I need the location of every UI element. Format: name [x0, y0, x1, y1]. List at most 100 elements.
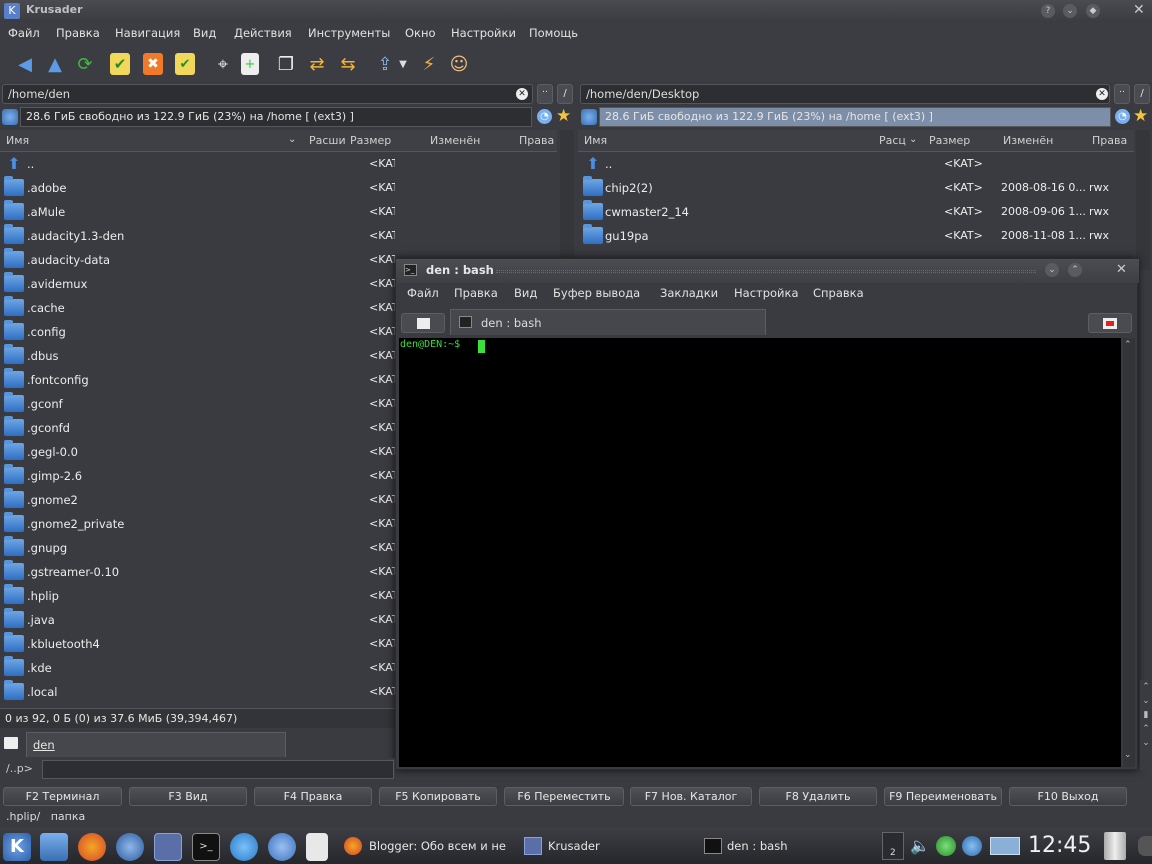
- table-row[interactable]: ⬆.. <KAT>: [0, 152, 395, 176]
- fkey-f8-button[interactable]: F8 Удалить: [759, 787, 877, 806]
- terminal-minimize-icon[interactable]: ⌄: [1045, 263, 1059, 277]
- table-row[interactable]: .cache <KAT: [0, 296, 395, 320]
- table-row[interactable]: .gegl-0.0 <KAT: [0, 440, 395, 464]
- menu-settings[interactable]: Настройки: [451, 26, 516, 40]
- terminal-close-icon[interactable]: ✕: [1116, 262, 1127, 277]
- menu-window[interactable]: Окно: [405, 26, 436, 40]
- menu-edit[interactable]: Правка: [56, 26, 100, 40]
- fkey-f5-button[interactable]: F5 Копировать: [379, 787, 497, 806]
- krusader-launcher-icon[interactable]: [154, 833, 182, 861]
- fkey-f3-button[interactable]: F3 Вид: [129, 787, 247, 806]
- table-row[interactable]: .kde <KAT: [0, 656, 395, 680]
- right-popup-icon[interactable]: ◔: [1115, 109, 1130, 124]
- right-root-button[interactable]: /: [1134, 84, 1150, 104]
- terminal-new-tab-button[interactable]: [401, 313, 445, 333]
- unselect-icon[interactable]: ✖: [143, 53, 163, 75]
- terminal-title-bar[interactable]: >_ den : bash ⌄ ⌃ ✕: [396, 259, 1139, 283]
- fkey-f6-button[interactable]: F6 Переместить: [504, 787, 624, 806]
- left-popup-icon[interactable]: ◔: [537, 109, 552, 124]
- col-ext[interactable]: Расши: [309, 134, 346, 147]
- bookmark-star-icon[interactable]: ★: [556, 106, 571, 126]
- fkey-f9-button[interactable]: F9 Переименовать: [884, 787, 1002, 806]
- clock[interactable]: 12:45: [1028, 833, 1091, 858]
- col-size[interactable]: Размер: [350, 134, 391, 147]
- table-row[interactable]: .gconf <KAT: [0, 392, 395, 416]
- sync-icon[interactable]: ⇪: [372, 51, 398, 77]
- table-row[interactable]: .local <KAT: [0, 680, 395, 704]
- bookmark-star-icon[interactable]: ★: [1133, 106, 1148, 126]
- update-icon[interactable]: [962, 836, 982, 856]
- disk-icon[interactable]: [2, 109, 18, 125]
- table-row[interactable]: .gnome2 <KAT: [0, 488, 395, 512]
- terminal-close-tab-button[interactable]: [1088, 313, 1132, 333]
- table-row[interactable]: .adobe<KAT>2008-11-13 1...rwx: [0, 176, 395, 200]
- side-arrows[interactable]: ⌃ ⌄ ▮ ⌃ ⌄: [1140, 680, 1152, 770]
- minimize-button[interactable]: ⌄: [1063, 4, 1077, 18]
- kde-menu-icon[interactable]: K: [3, 833, 31, 861]
- fkey-f10-button[interactable]: F10 Выход: [1009, 787, 1127, 806]
- col-ext[interactable]: Расц: [879, 134, 906, 147]
- dolphin-icon[interactable]: [268, 833, 296, 861]
- back-icon[interactable]: ◀: [12, 51, 38, 77]
- task-terminal[interactable]: den : bash: [700, 832, 870, 860]
- root-mode-icon[interactable]: ☺: [446, 51, 472, 77]
- right-scrollbar[interactable]: [1136, 130, 1150, 270]
- menu-tools[interactable]: Инструменты: [308, 26, 390, 40]
- fkey-f4-button[interactable]: F4 Правка: [254, 787, 372, 806]
- app-icon[interactable]: K: [4, 3, 20, 19]
- disk-icon[interactable]: [581, 109, 597, 125]
- thunderbird-icon[interactable]: [116, 833, 144, 861]
- table-row[interactable]: .gimp-2.6 <KAT: [0, 464, 395, 488]
- task-krusader[interactable]: Krusader: [520, 832, 690, 860]
- table-row[interactable]: .fontconfig <KAT: [0, 368, 395, 392]
- maximize-button[interactable]: ◆: [1086, 4, 1100, 18]
- table-row[interactable]: .java <KAT: [0, 608, 395, 632]
- help-button[interactable]: ?: [1041, 4, 1055, 18]
- term-menu-scrollback[interactable]: Буфер вывода: [553, 286, 640, 300]
- new-tab-icon[interactable]: [4, 737, 18, 749]
- copy-icon[interactable]: ❐: [273, 51, 299, 77]
- terminal-scrollbar[interactable]: ⌃ ⌄: [1123, 338, 1135, 767]
- fkey-f7-button[interactable]: F7 Нов. Каталог: [630, 787, 752, 806]
- table-row[interactable]: .avidemux <KAT: [0, 272, 395, 296]
- term-menu-settings[interactable]: Настройка: [734, 286, 799, 300]
- clear-path-icon[interactable]: ✕: [516, 88, 528, 100]
- invert-selection-icon[interactable]: ✔: [175, 53, 195, 75]
- refresh-icon[interactable]: ⟳: [72, 51, 98, 77]
- desktop-pager[interactable]: 2: [882, 832, 904, 860]
- col-size[interactable]: Размер: [929, 134, 970, 147]
- menu-file[interactable]: Файл: [8, 26, 40, 40]
- terminal-app-icon[interactable]: >_: [404, 264, 417, 276]
- unpack-icon[interactable]: ⇆: [335, 51, 361, 77]
- cmdline-input[interactable]: [42, 760, 394, 779]
- left-history-button[interactable]: ..: [537, 84, 553, 104]
- col-name[interactable]: Имя: [584, 134, 607, 147]
- close-icon[interactable]: ✕: [1133, 2, 1145, 18]
- trash-icon[interactable]: [1104, 832, 1126, 860]
- menu-help[interactable]: Помощь: [529, 26, 578, 40]
- table-row[interactable]: .gconfd <KAT: [0, 416, 395, 440]
- menu-navigation[interactable]: Навигация: [115, 26, 180, 40]
- left-tab-den[interactable]: den: [26, 732, 286, 757]
- table-row[interactable]: cwmaster2_14 <KAT> 2008-09-06 1... rwx: [578, 200, 1134, 224]
- table-row[interactable]: .audacity1.3-den<KAT>2008-11-14 0...rwx: [0, 224, 395, 248]
- table-row[interactable]: .config <KAT: [0, 320, 395, 344]
- home-folder-icon[interactable]: [40, 833, 68, 861]
- right-path-bar[interactable]: /home/den/Desktop ✕: [580, 84, 1110, 104]
- col-name[interactable]: Имя: [6, 134, 29, 147]
- term-menu-help[interactable]: Справка: [813, 286, 864, 300]
- col-modified[interactable]: Изменён: [1003, 134, 1053, 147]
- table-row[interactable]: .audacity-data <KAT: [0, 248, 395, 272]
- table-row[interactable]: .gnome2_private <KAT: [0, 512, 395, 536]
- display-icon[interactable]: [990, 837, 1020, 855]
- table-row[interactable]: chip2(2) <KAT> 2008-08-16 0... rwx: [578, 176, 1134, 200]
- up-icon[interactable]: ▲: [42, 51, 68, 77]
- left-root-button[interactable]: /: [557, 84, 573, 104]
- term-menu-bookmarks[interactable]: Закладки: [660, 286, 718, 300]
- table-row[interactable]: .dbus <KAT: [0, 344, 395, 368]
- chevron-down-icon[interactable]: ▼: [396, 51, 410, 77]
- power-icon[interactable]: [1138, 836, 1152, 856]
- col-modified[interactable]: Изменён: [430, 134, 480, 147]
- table-row[interactable]: gu19pa <KAT> 2008-11-08 1... rwx: [578, 224, 1134, 248]
- terminal-launcher-icon[interactable]: >_: [192, 833, 220, 861]
